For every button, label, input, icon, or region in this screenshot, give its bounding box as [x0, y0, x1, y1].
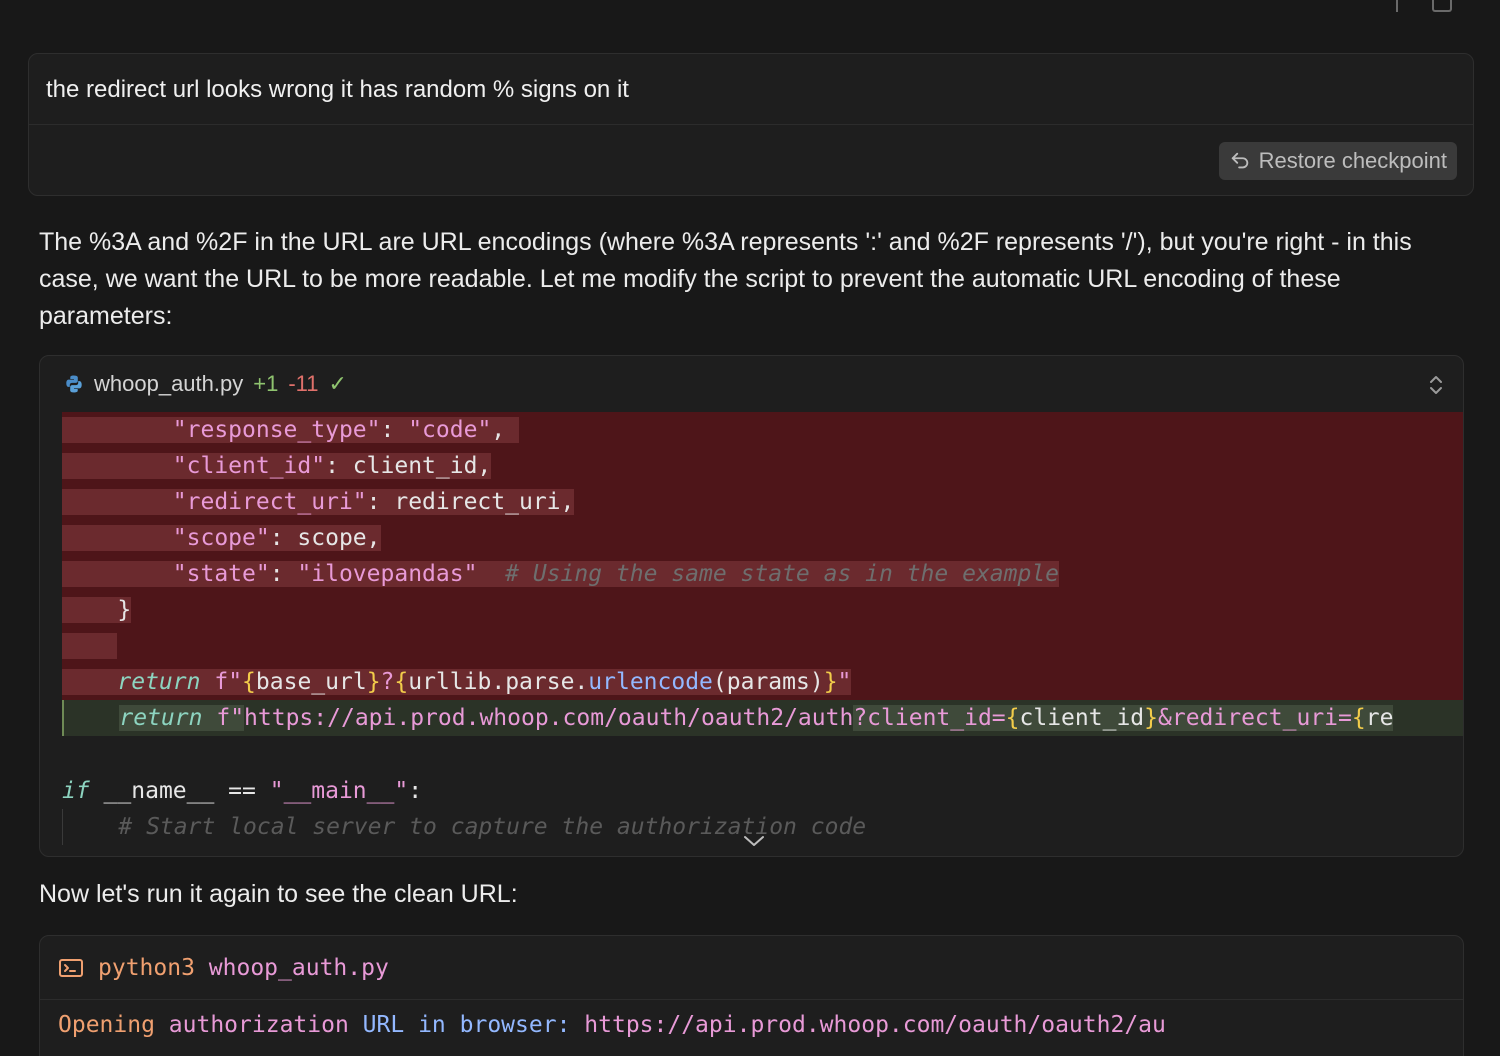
restore-checkpoint-button[interactable]: Restore checkpoint: [1218, 142, 1457, 180]
code-diff-header[interactable]: whoop_auth.py +1 -11 ✓: [40, 356, 1463, 412]
undo-arrow-icon: [1231, 152, 1248, 169]
checkmark-icon: ✓: [328, 371, 347, 396]
terminal-command[interactable]: python3 whoop_auth.py: [58, 950, 389, 986]
additions-count: +1: [253, 371, 279, 396]
top-actions: [1396, 0, 1452, 14]
code-line-added: return f"https://api.prod.whoop.com/oaut…: [62, 700, 1463, 736]
code-diff-block: whoop_auth.py +1 -11 ✓ "response_type": …: [39, 355, 1464, 857]
chat-panel: the redirect url looks wrong it has rand…: [0, 0, 1500, 1056]
divider: [29, 124, 1473, 125]
code-line-removed: "state": "ilovepandas" # Using the same …: [62, 556, 1463, 592]
terminal-output: Opening authorization URL in browser: ht…: [58, 1012, 1166, 1038]
command-name: python3: [98, 955, 195, 981]
code-content: "response_type": "code", "client_id": cl…: [40, 412, 1463, 856]
terminal-icon: [59, 959, 83, 977]
deletions-count: -11: [288, 371, 319, 396]
code-line-removed: "redirect_uri": redirect_uri,: [62, 484, 1463, 520]
code-line-removed: return f"{base_url}?{urllib.parse.urlenc…: [62, 664, 1463, 700]
chevron-up-down-icon[interactable]: [1427, 374, 1445, 396]
command-arg: whoop_auth.py: [208, 955, 389, 981]
code-line: if __name__ == "__main__":: [62, 778, 423, 804]
restore-checkpoint-label: Restore checkpoint: [1258, 148, 1447, 173]
terminal-block: python3 whoop_auth.py Opening authorizat…: [39, 935, 1464, 1056]
user-message-text: the redirect url looks wrong it has rand…: [46, 76, 629, 103]
code-line-removed: }: [62, 592, 1463, 628]
user-message[interactable]: the redirect url looks wrong it has rand…: [28, 53, 1474, 196]
divider: [40, 999, 1463, 1000]
python-icon: [66, 375, 82, 393]
assistant-paragraph: Now let's run it again to see the clean …: [39, 880, 518, 908]
code-line-removed: "scope": scope,: [62, 520, 1463, 556]
divider-icon: [1396, 0, 1398, 12]
code-line-removed: "response_type": "code",: [62, 412, 1463, 448]
code-line-removed: "client_id": client_id,: [62, 448, 1463, 484]
copy-icon[interactable]: [1432, 0, 1452, 12]
file-name[interactable]: whoop_auth.py: [94, 371, 243, 397]
code-line-removed: [62, 628, 1463, 664]
chevron-down-icon[interactable]: [742, 834, 766, 848]
assistant-paragraph: The %3A and %2F in the URL are URL encod…: [39, 228, 1412, 330]
